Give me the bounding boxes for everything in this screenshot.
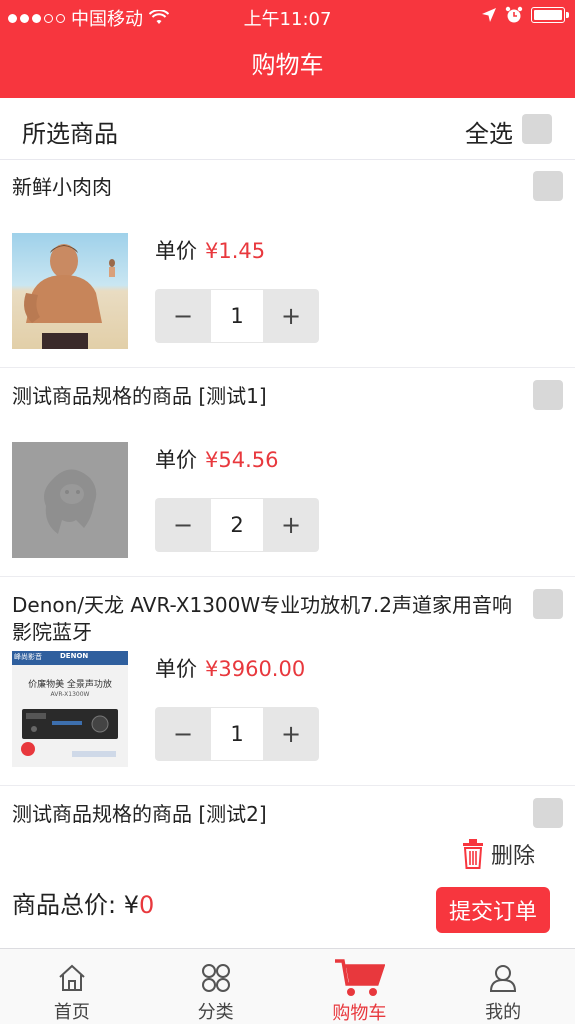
increase-button[interactable]: + <box>263 498 319 552</box>
decrease-button[interactable]: − <box>155 289 211 343</box>
increase-button[interactable]: + <box>263 289 319 343</box>
select-all-label[interactable]: 全选 <box>465 114 513 149</box>
delete-label: 删除 <box>490 844 535 869</box>
product-image[interactable] <box>12 233 128 349</box>
price-row: 单价 ¥3960.00 <box>155 653 305 683</box>
battery-icon <box>531 7 569 23</box>
delete-button[interactable]: 删除 <box>461 838 535 870</box>
price-row: 单价 ¥1.45 <box>155 235 265 265</box>
cart-item: 新鲜小肉肉 单价 ¥1.45 − 1 + <box>0 160 575 368</box>
status-bar: 中国移动 上午11:07 <box>0 0 575 32</box>
price-value: ¥54.56 <box>205 448 279 472</box>
price-value: ¥1.45 <box>205 239 266 263</box>
cart-summary: 删除 商品总价: ¥0 提交订单 <box>0 838 575 948</box>
price-label: 单价 <box>155 657 197 681</box>
total-price: 商品总价: ¥0 <box>12 885 154 920</box>
price-label: 单价 <box>155 239 197 263</box>
tab-category[interactable]: 分类 <box>144 949 288 1024</box>
home-icon <box>59 964 85 991</box>
cart-item: 测试商品规格的商品 [测试2] <box>0 787 575 838</box>
price-value: ¥3960.00 <box>205 657 306 681</box>
tab-home[interactable]: 首页 <box>0 949 144 1024</box>
item-name: Denon/天龙 AVR-X1300W专业功放机7.2声道家用音响影院蓝牙 <box>12 593 512 644</box>
tab-label: 购物车 <box>332 1003 387 1024</box>
price-label: 单价 <box>155 448 197 472</box>
item-checkbox[interactable] <box>533 798 563 828</box>
quantity-value[interactable]: 1 <box>211 707 263 761</box>
tab-label: 首页 <box>53 1002 90 1023</box>
tab-label: 分类 <box>197 1002 234 1023</box>
price-row: 单价 ¥54.56 <box>155 444 278 474</box>
item-name: 测试商品规格的商品 [测试2] <box>12 802 267 826</box>
item-checkbox[interactable] <box>533 589 563 619</box>
item-name: 测试商品规格的商品 [测试1] <box>12 384 267 408</box>
tab-bar: 首页 分类 购物车 我的 <box>0 948 575 1024</box>
cart-icon <box>335 959 386 996</box>
item-checkbox[interactable] <box>533 171 563 201</box>
tab-profile[interactable]: 我的 <box>431 949 575 1024</box>
quantity-value[interactable]: 2 <box>211 498 263 552</box>
quantity-value[interactable]: 1 <box>211 289 263 343</box>
increase-button[interactable]: + <box>263 707 319 761</box>
nav-bar: 购物车 <box>0 32 575 98</box>
alarm-clock-icon <box>505 6 523 23</box>
select-all-checkbox[interactable] <box>522 114 552 144</box>
location-arrow-icon <box>482 8 496 22</box>
placeholder-image-icon[interactable] <box>12 442 128 558</box>
status-right <box>481 6 569 24</box>
item-checkbox[interactable] <box>533 380 563 410</box>
tab-label: 我的 <box>485 1002 522 1023</box>
quantity-stepper: − 1 + <box>155 289 319 343</box>
decrease-button[interactable]: − <box>155 707 211 761</box>
total-value: 0 <box>138 891 155 919</box>
total-label: 商品总价: ¥ <box>12 891 139 919</box>
submit-order-button[interactable]: 提交订单 <box>436 887 550 933</box>
selected-goods-header: 所选商品 全选 <box>0 98 575 160</box>
category-icon <box>201 963 230 992</box>
product-image[interactable]: 峰尚影音 DENON 价廉物美 全景声功放 AVR-X1300W <box>12 651 128 767</box>
cart-item: Denon/天龙 AVR-X1300W专业功放机7.2声道家用音响影院蓝牙 峰尚… <box>0 578 575 786</box>
item-name: 新鲜小肉肉 <box>12 175 112 199</box>
trash-icon <box>462 839 483 869</box>
cart-item: 测试商品规格的商品 [测试1] 单价 ¥54.56 − 2 + <box>0 369 575 577</box>
tab-cart[interactable]: 购物车 <box>288 949 432 1024</box>
user-icon <box>490 964 517 992</box>
quantity-stepper: − 1 + <box>155 707 319 761</box>
selected-goods-title: 所选商品 <box>22 120 118 148</box>
quantity-stepper: − 2 + <box>155 498 319 552</box>
decrease-button[interactable]: − <box>155 498 211 552</box>
page-title: 购物车 <box>251 51 324 79</box>
